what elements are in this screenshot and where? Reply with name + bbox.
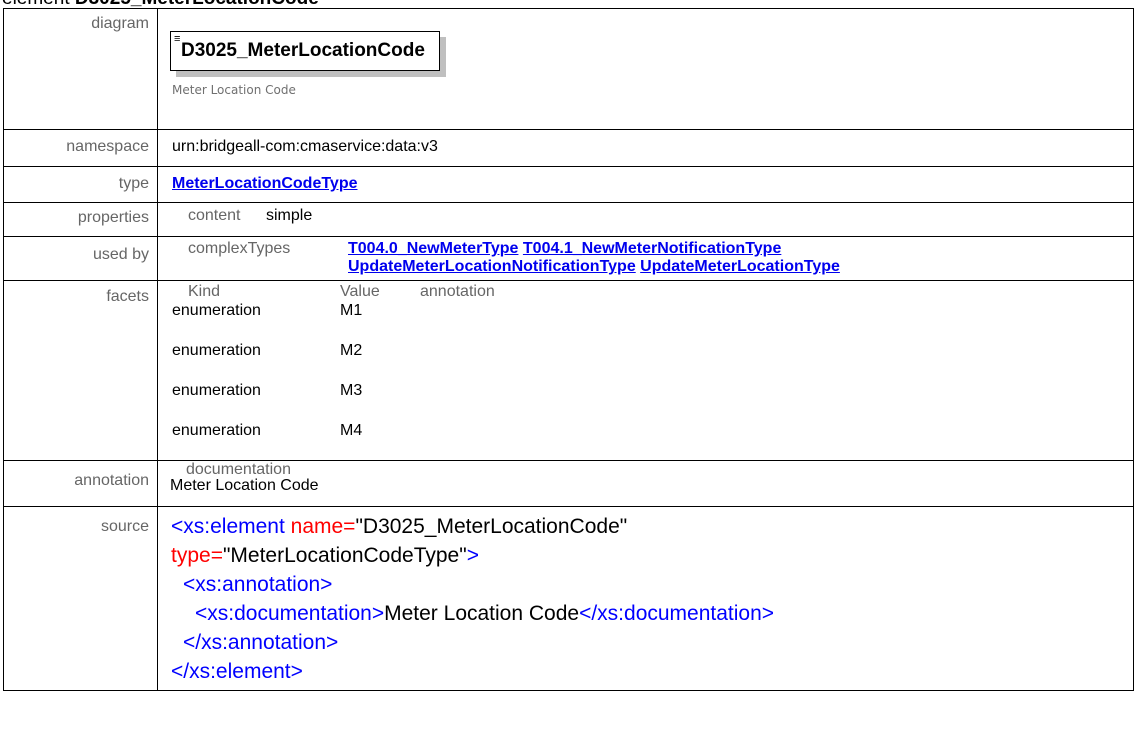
diagram-annotation: Meter Location Code <box>172 83 296 97</box>
facet-kind: enumeration <box>172 422 261 439</box>
row-source: source <xs:element name="D3025_MeterLoca… <box>3 506 1134 691</box>
diagram-cell: ≡ D3025_MeterLocationCode Meter Location… <box>157 8 1134 130</box>
source-line: <xs:documentation>Meter Location Code</x… <box>195 602 775 625</box>
type-link[interactable]: MeterLocationCodeType <box>172 175 358 192</box>
facet-kind: enumeration <box>172 382 261 399</box>
label-properties: properties <box>3 202 158 237</box>
facet-header-kind: Kind <box>188 283 221 300</box>
label-diagram: diagram <box>3 8 158 130</box>
facet-kind: enumeration <box>172 342 261 359</box>
facet-row: enumeration M4 <box>172 422 495 452</box>
row-facets: facets Kind Value annotation enumeration… <box>3 280 1134 461</box>
facet-header-value: Value <box>340 283 380 300</box>
facet-header-annotation: annotation <box>420 283 495 300</box>
properties-table: content simple <box>172 205 314 227</box>
source-code: <xs:element name="D3025_MeterLocationCod… <box>157 506 1134 691</box>
used-by-link[interactable]: T004.1_NewMeterNotificationType <box>523 240 781 257</box>
row-properties: properties content simple <box>3 202 1134 237</box>
element-doc-table: diagram ≡ D3025_MeterLocationCode Meter … <box>3 8 1134 691</box>
row-type: type MeterLocationCodeType <box>3 166 1134 203</box>
source-line: <xs:element name="D3025_MeterLocationCod… <box>171 515 628 538</box>
namespace-value: urn:bridgeall-com:cmaservice:data:v3 <box>157 129 1134 167</box>
used-by-link[interactable]: UpdateMeterLocationNotificationType <box>348 258 636 275</box>
label-source: source <box>3 506 158 691</box>
label-annotation: annotation <box>3 460 158 507</box>
facet-kind: enumeration <box>172 302 261 319</box>
label-type: type <box>3 166 158 203</box>
facet-row: enumeration M1 <box>172 302 495 340</box>
facet-value: M2 <box>340 342 363 359</box>
source-line: </xs:element> <box>171 660 303 683</box>
source-line: <xs:annotation> <box>183 573 333 596</box>
facets-table: Kind Value annotation enumeration M1 enu… <box>170 282 497 454</box>
label-used-by: used by <box>3 236 158 281</box>
row-used-by: used by complexTypes T004.0_NewMeterType… <box>3 236 1134 281</box>
annotation-heading: documentation <box>186 461 291 478</box>
diagram-element-box[interactable]: ≡ D3025_MeterLocationCode <box>170 31 440 71</box>
annotation-text: Meter Location Code <box>170 477 319 494</box>
used-by-category: complexTypes <box>188 240 291 257</box>
row-diagram: diagram ≡ D3025_MeterLocationCode Meter … <box>3 8 1134 130</box>
facet-value: M1 <box>340 302 363 319</box>
row-namespace: namespace urn:bridgeall-com:cmaservice:d… <box>3 129 1134 167</box>
element-glyph-icon: ≡ <box>174 33 181 45</box>
facet-row: enumeration M2 <box>172 342 495 380</box>
label-facets: facets <box>3 280 158 461</box>
source-line: type="MeterLocationCodeType"> <box>171 544 479 567</box>
label-namespace: namespace <box>3 129 158 167</box>
used-by-link[interactable]: T004.0_NewMeterType <box>348 240 518 257</box>
used-by-link[interactable]: UpdateMeterLocationType <box>640 258 840 275</box>
row-annotation: annotation documentation Meter Location … <box>3 460 1134 507</box>
facet-row: enumeration M3 <box>172 382 495 420</box>
facet-value: M4 <box>340 422 363 439</box>
used-by-table: complexTypes T004.0_NewMeterType T004.1_… <box>172 238 842 278</box>
properties-value: simple <box>266 207 313 224</box>
properties-key: content <box>188 207 241 224</box>
diagram-element-name: D3025_MeterLocationCode <box>181 40 425 61</box>
facet-value: M3 <box>340 382 363 399</box>
source-line: </xs:annotation> <box>183 631 339 654</box>
